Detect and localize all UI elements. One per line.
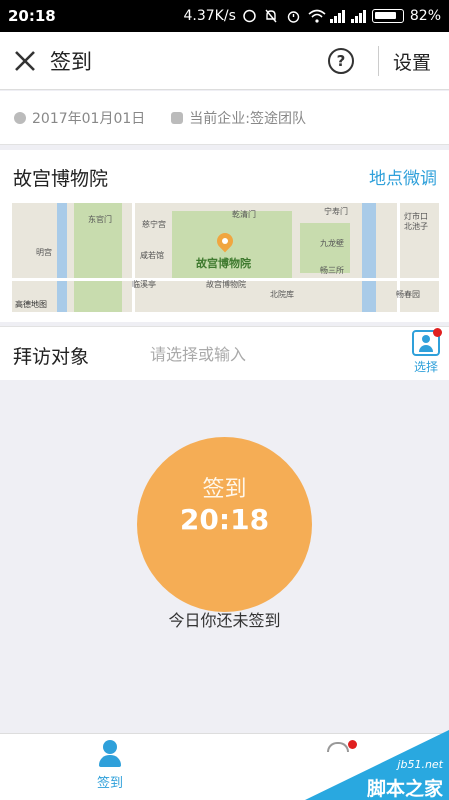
battery-icon	[371, 9, 404, 23]
visit-target-row: 拜访对象 选择	[0, 326, 449, 380]
info-row: 2017年01月01日 当前企业:签途团队	[0, 91, 449, 145]
mute-icon	[264, 9, 280, 23]
page-title: 签到	[50, 49, 92, 74]
map-label: 北院库	[270, 290, 294, 299]
location-section: 故宫博物院 地点微调 东官门 乾清门 宁寿门 慈宁宫 九龙壁 咸若馆 畅三所 临…	[0, 150, 449, 322]
close-icon	[15, 50, 35, 71]
map-moat-right	[362, 203, 376, 312]
map-logo: 高德地图	[15, 300, 47, 309]
settings-button[interactable]: 设置	[393, 48, 431, 75]
visit-target-label: 拜访对象	[13, 346, 90, 368]
help-button[interactable]: ?	[328, 48, 354, 74]
wifi-icon	[308, 9, 326, 23]
company-text: 当前企业:签途团队	[189, 110, 306, 127]
sign-in-time: 20:18	[179, 503, 270, 536]
map-label: 畅三所	[320, 266, 344, 275]
map-label: 东官门	[88, 215, 112, 224]
choose-label: 选择	[413, 360, 438, 374]
location-name: 故宫博物院	[13, 168, 109, 190]
watermark: jb51.net 脚本之家	[305, 730, 449, 800]
alarm-icon	[286, 9, 302, 23]
map-label: 乾清门	[232, 210, 256, 219]
map-road-2	[132, 203, 135, 312]
app-header: 签到 ? 设置	[0, 32, 449, 90]
sign-in-button[interactable]: 签到 20:18	[137, 437, 312, 612]
status-bar: 20:18 4.37K/s 82%	[0, 0, 449, 32]
map-label: 宁寿门	[324, 207, 348, 216]
signal-icon-2	[350, 9, 366, 23]
help-icon: ?	[336, 52, 346, 70]
status-icons: 4.37K/s 82%	[184, 8, 442, 24]
status-time: 20:18	[8, 7, 56, 25]
clock-icon	[14, 111, 26, 124]
location-map[interactable]: 东官门 乾清门 宁寿门 慈宁宫 九龙壁 咸若馆 畅三所 临溪亭 故宫博物院 北院…	[12, 203, 439, 312]
map-label: 北池子	[404, 222, 428, 231]
map-label: 故宫博物院	[206, 280, 246, 289]
company-icon	[171, 111, 184, 124]
close-button[interactable]	[0, 32, 50, 90]
map-label: 咸若馆	[140, 251, 164, 260]
signal-icon	[329, 9, 345, 23]
map-main-label: 故宫博物院	[196, 257, 251, 270]
battery-percent: 82%	[409, 8, 441, 24]
nav-tab-signin-label: 签到	[96, 776, 123, 791]
contact-card-icon	[412, 328, 442, 356]
date-text: 2017年01月01日	[32, 110, 146, 127]
map-label: 临溪亭	[132, 280, 156, 289]
map-label: 慈宁宫	[142, 220, 166, 229]
person-location-icon	[99, 740, 121, 768]
sign-in-status: 今日你还未签到	[168, 611, 281, 630]
notification-dot	[433, 328, 442, 337]
location-adjust-link[interactable]: 地点微调	[369, 164, 437, 189]
map-label: 畅春园	[396, 290, 420, 299]
sign-in-label: 签到	[202, 477, 247, 502]
map-label: 九龙壁	[320, 239, 344, 248]
network-speed: 4.37K/s	[183, 8, 236, 24]
nav-tab-signin[interactable]: 签到	[85, 740, 135, 791]
map-moat-left	[57, 203, 67, 312]
watermark-domain: jb51.net	[397, 758, 443, 771]
visit-target-input[interactable]	[150, 340, 390, 368]
map-label: 明宫	[36, 248, 52, 257]
watermark-name: 脚本之家	[366, 778, 443, 800]
header-divider	[378, 46, 379, 76]
sync-icon	[242, 9, 258, 23]
choose-contact-button[interactable]: 选择	[408, 328, 444, 378]
